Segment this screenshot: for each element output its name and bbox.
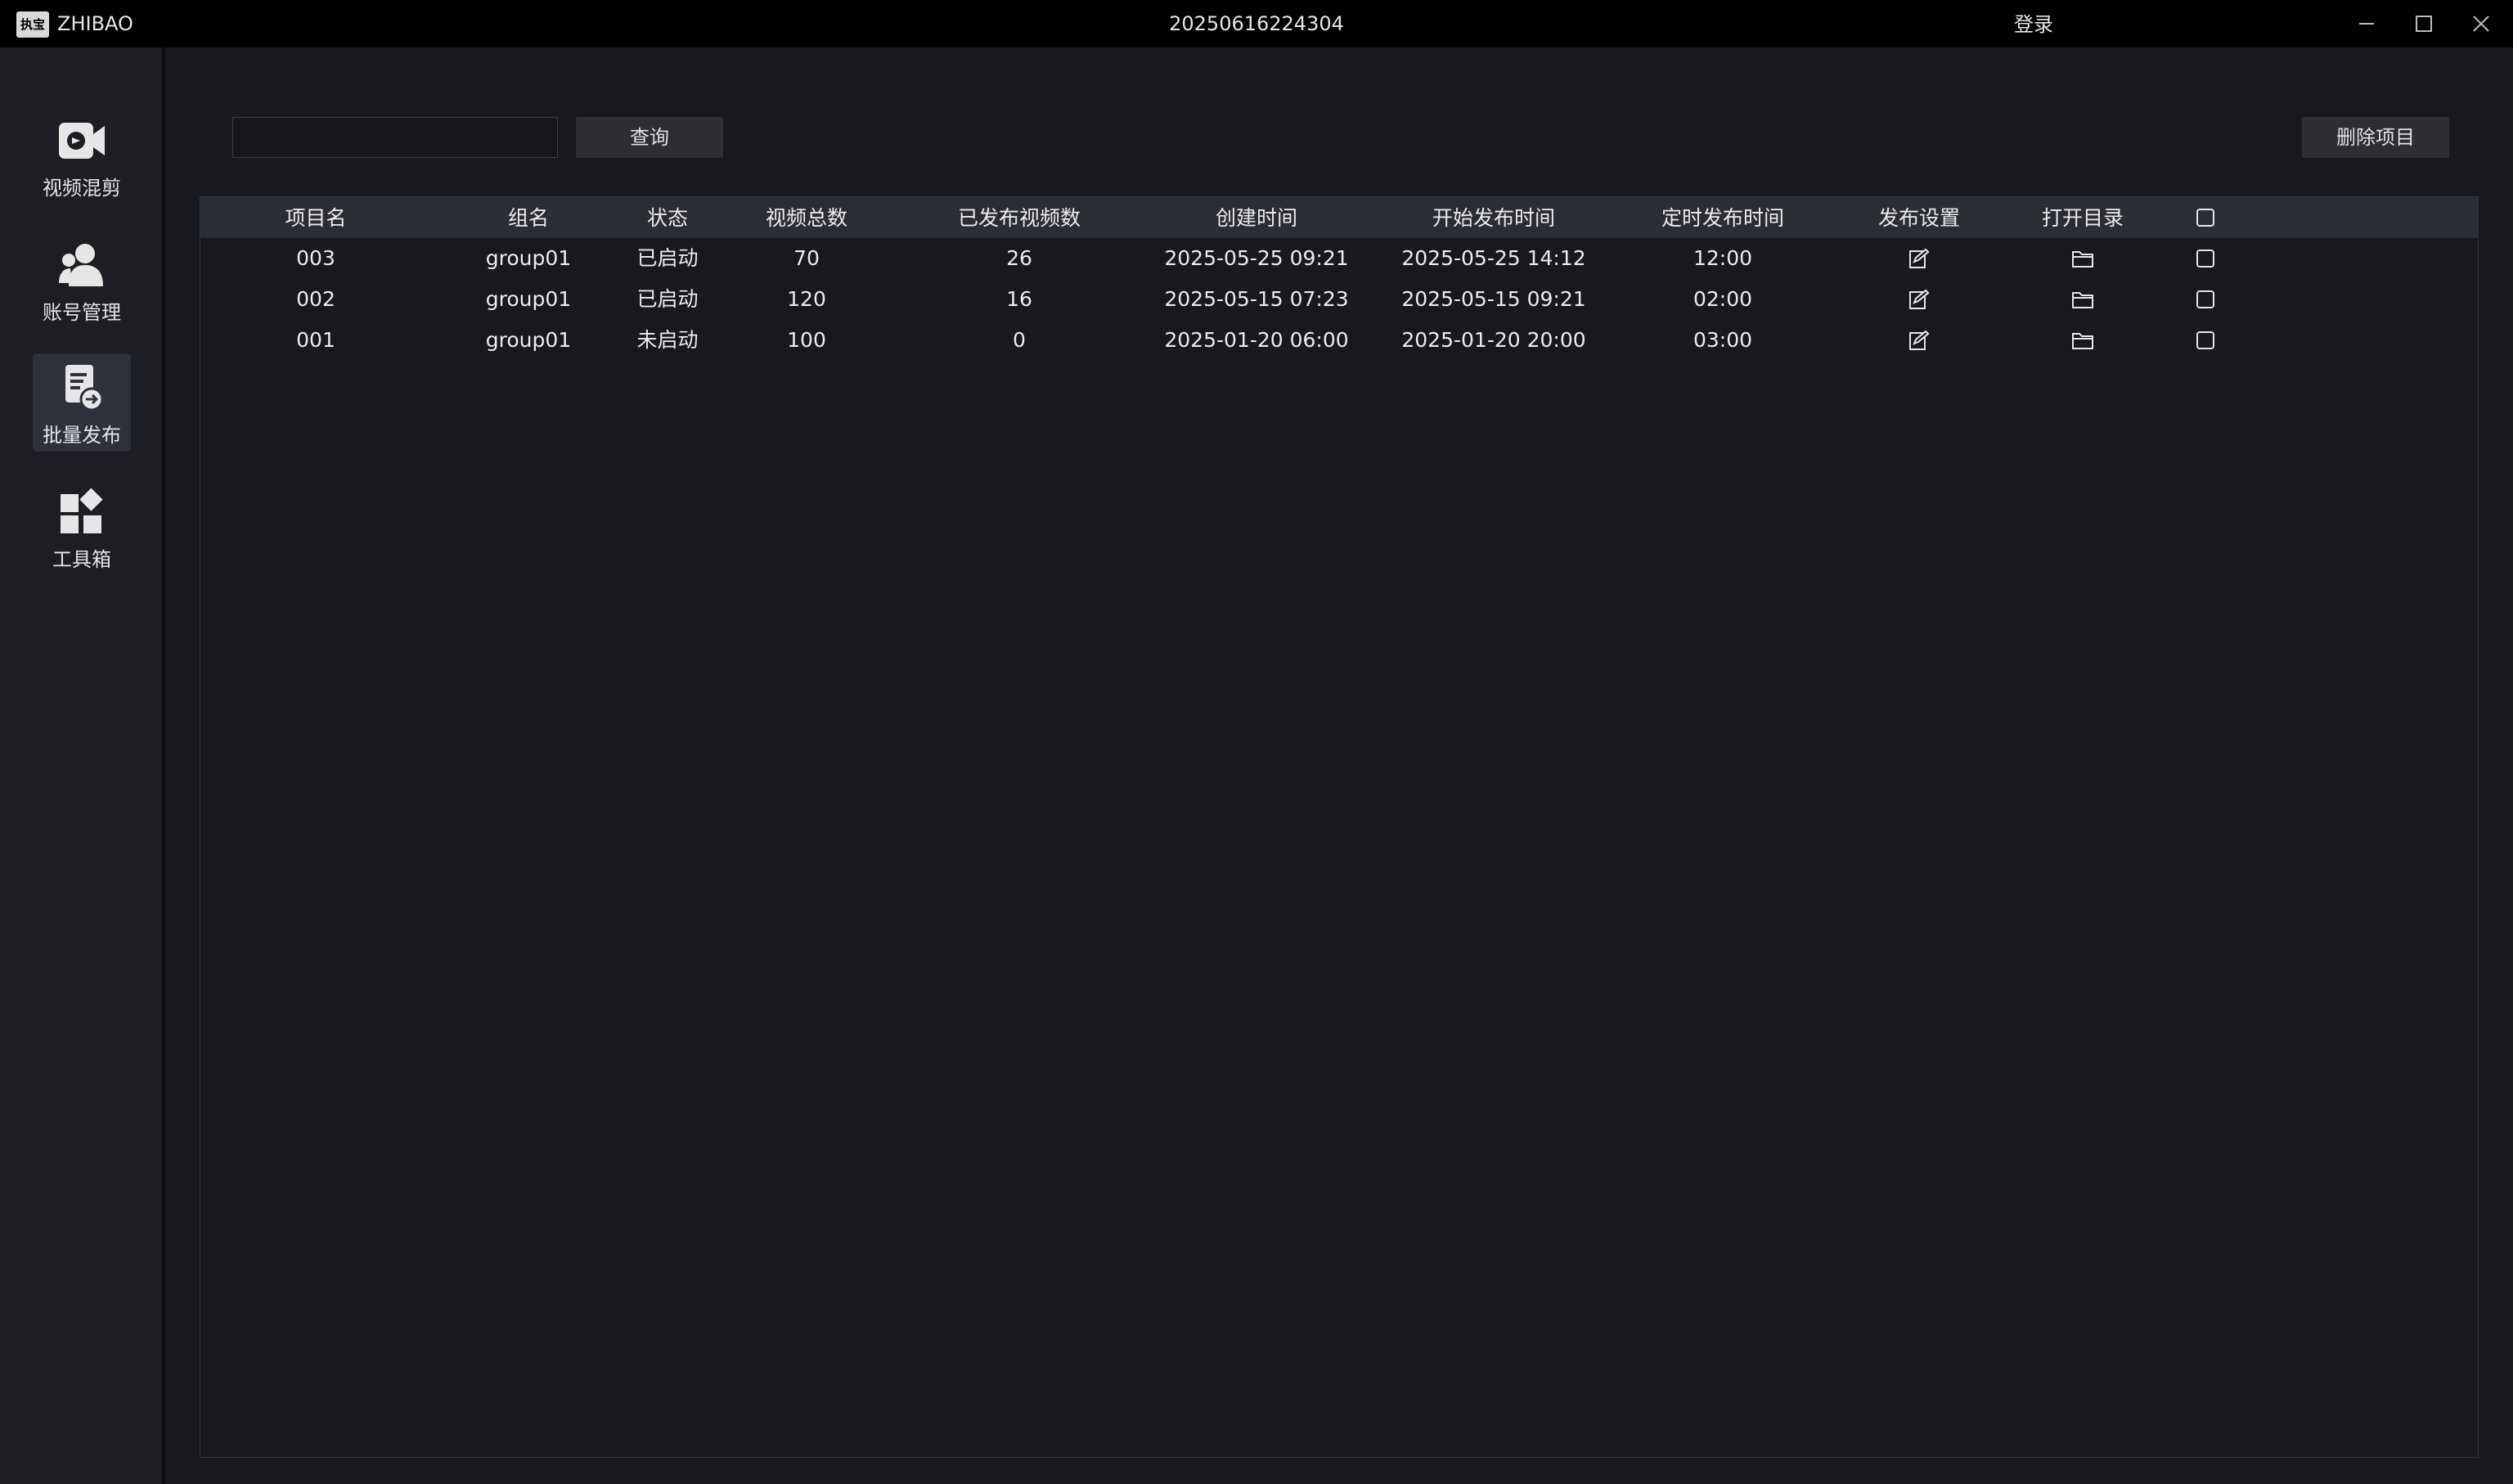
cell-status: 已启动: [636, 287, 699, 311]
edit-icon: [1909, 330, 1930, 350]
cell-total-videos: 120: [787, 287, 826, 311]
cell-schedule-time: 12:00: [1693, 246, 1753, 270]
folder-icon: [2072, 292, 2093, 308]
cell-total-videos: 70: [793, 246, 820, 270]
cell-published-videos: 16: [1006, 287, 1032, 311]
cell-schedule-time: 02:00: [1693, 287, 1753, 311]
sidebar-item-label: 批量发布: [43, 424, 121, 447]
video-edit-icon: [57, 116, 106, 165]
close-button[interactable]: [2457, 0, 2505, 47]
cell-published-videos: 0: [1013, 328, 1026, 352]
cell-status: 已启动: [636, 246, 699, 270]
select-all-checkbox[interactable]: [2196, 209, 2214, 227]
row-select-cell: [2196, 320, 2214, 361]
window-title: 20250616224304: [1169, 12, 1344, 35]
search-input[interactable]: [232, 117, 558, 158]
batch-publish-icon: [57, 363, 106, 412]
close-icon: [2473, 16, 2489, 32]
publish-settings-button[interactable]: [1904, 279, 1934, 320]
table-row[interactable]: 003 group01 已启动 70 26 2025-05-25 09:21 2…: [200, 238, 2478, 279]
sidebar-item-account[interactable]: 账号管理: [33, 231, 131, 329]
open-folder-button[interactable]: [2068, 238, 2097, 279]
cell-published-videos: 26: [1006, 246, 1032, 270]
table-row[interactable]: 001 group01 未启动 100 0 2025-01-20 06:00 2…: [200, 320, 2478, 361]
table-row[interactable]: 002 group01 已启动 120 16 2025-05-15 07:23 …: [200, 279, 2478, 320]
folder-icon: [2072, 333, 2093, 349]
query-button[interactable]: 查询: [576, 117, 723, 158]
cell-project-name: 001: [296, 328, 335, 352]
publish-settings-button[interactable]: [1904, 320, 1934, 361]
row-select-cell: [2196, 279, 2214, 320]
header-start-time[interactable]: 开始发布时间: [1432, 197, 1555, 238]
header-open-folder: 打开目录: [2041, 206, 2124, 230]
cell-start-time: 2025-01-20 20:00: [1401, 328, 1586, 352]
header-created-time[interactable]: 创建时间: [1216, 197, 1297, 238]
cell-project-name: 003: [296, 246, 335, 270]
cell-created-time: 2025-01-20 06:00: [1164, 328, 1349, 352]
cell-created-time: 2025-05-15 07:23: [1164, 287, 1349, 311]
row-checkbox[interactable]: [2196, 290, 2214, 308]
header-status[interactable]: 状态: [647, 197, 688, 238]
cell-project-name: 002: [296, 287, 335, 311]
sidebar-item-video-edit[interactable]: 视频混剪: [33, 106, 131, 205]
cell-start-time: 2025-05-15 09:21: [1401, 287, 1586, 311]
header-total-videos[interactable]: 视频总数: [766, 197, 847, 238]
login-link[interactable]: 登录: [2014, 0, 2053, 47]
cell-start-time: 2025-05-25 14:12: [1401, 246, 1586, 270]
table-header: 项目名 组名 状态 视频总数 已发布视频数 创建时间 开始发布时间 定时发布时间…: [200, 197, 2478, 238]
folder-icon: [2072, 251, 2093, 268]
sidebar-divider: [162, 47, 165, 1484]
cell-group-name: group01: [485, 328, 572, 352]
cell-created-time: 2025-05-25 09:21: [1164, 246, 1349, 270]
maximize-icon: [2416, 16, 2432, 32]
cell-total-videos: 100: [787, 328, 826, 352]
minimize-button[interactable]: [2343, 0, 2390, 47]
header-group-name[interactable]: 组名: [508, 197, 549, 238]
title-bar: 执宝 ZHIBAO 20250616224304 登录: [0, 0, 2513, 47]
app-logo: 执宝: [16, 11, 49, 38]
header-project-name[interactable]: 项目名: [285, 197, 346, 238]
sidebar-item-batch-publish[interactable]: 批量发布: [33, 353, 131, 452]
sidebar-item-label: 工具箱: [52, 548, 111, 571]
edit-icon: [1909, 248, 1930, 268]
open-folder-button[interactable]: [2068, 279, 2097, 320]
cell-group-name: group01: [485, 246, 572, 270]
minimize-icon: [2359, 23, 2374, 25]
edit-icon: [1909, 289, 1930, 309]
toolbox-icon: [57, 488, 106, 537]
cell-group-name: group01: [485, 287, 572, 311]
row-select-cell: [2196, 238, 2214, 279]
sidebar-item-label: 账号管理: [43, 301, 121, 324]
publish-settings-button[interactable]: [1904, 238, 1934, 279]
cell-status: 未启动: [636, 328, 699, 352]
account-icon: [57, 241, 106, 290]
sidebar-item-toolbox[interactable]: 工具箱: [33, 478, 131, 576]
row-checkbox[interactable]: [2196, 331, 2214, 349]
project-table: 项目名 组名 状态 视频总数 已发布视频数 创建时间 开始发布时间 定时发布时间…: [200, 196, 2479, 1458]
sidebar-item-label: 视频混剪: [43, 177, 121, 200]
app-name: ZHIBAO: [57, 12, 133, 35]
select-all-cell: [2196, 197, 2214, 238]
maximize-button[interactable]: [2400, 0, 2448, 47]
header-schedule-time[interactable]: 定时发布时间: [1661, 197, 1784, 238]
delete-project-button[interactable]: 删除项目: [2302, 117, 2449, 158]
open-folder-button[interactable]: [2068, 320, 2097, 361]
header-publish-settings: 发布设置: [1877, 206, 1961, 230]
cell-schedule-time: 03:00: [1693, 328, 1753, 352]
row-checkbox[interactable]: [2196, 250, 2214, 268]
header-published-videos[interactable]: 已发布视频数: [958, 197, 1081, 238]
